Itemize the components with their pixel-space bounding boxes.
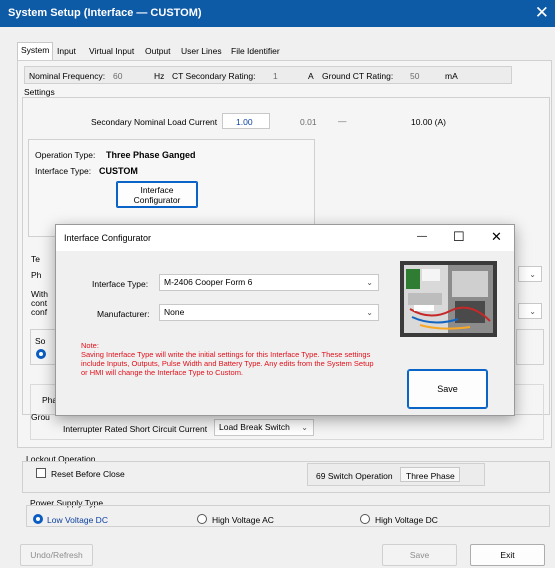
partial-combo-1[interactable]: ⌄ — [518, 266, 542, 282]
tab-input[interactable]: Input — [54, 44, 79, 60]
ct-secondary-unit: A — [308, 71, 314, 81]
tab-system[interactable]: System — [17, 42, 54, 61]
exit-button[interactable]: Exit — [470, 544, 545, 566]
ct-secondary-label: CT Secondary Rating: — [172, 71, 256, 81]
window-close-icon[interactable]: ✕ — [535, 3, 549, 23]
nominal-frequency-unit: Hz — [154, 71, 165, 81]
secondary-load-value: 1.00 — [236, 117, 253, 127]
dialog-manufacturer-select[interactable]: None ⌄ — [159, 304, 379, 321]
device-photo — [400, 261, 497, 337]
ct-secondary-value: 1 — [273, 71, 278, 81]
partial-grou-label: Grou — [31, 412, 50, 422]
operation-type-value: Three Phase Ganged — [106, 150, 196, 160]
switch69-panel: 69 Switch Operation Three Phase — [307, 463, 485, 486]
interface-info-panel: Operation Type: Three Phase Ganged Inter… — [28, 139, 315, 237]
partial-radio[interactable] — [36, 349, 46, 359]
device-photo-image — [400, 261, 497, 337]
secondary-load-input[interactable]: 1.00 — [222, 113, 270, 129]
tab-output[interactable]: Output — [142, 44, 174, 60]
reset-before-close-checkbox[interactable] — [36, 468, 46, 478]
interface-configurator-dialog: Interface Configurator — ☐ ✕ Interface T… — [55, 224, 515, 416]
high-voltage-dc-label: High Voltage DC — [375, 515, 438, 525]
settings-group-label: Settings — [24, 87, 55, 97]
dialog-interface-type-label: Interface Type: — [92, 279, 149, 289]
tab-user-lines[interactable]: User Lines — [178, 44, 225, 60]
dialog-interface-type-select[interactable]: M-2406 Cooper Form 6 ⌄ — [159, 274, 379, 291]
ground-ct-label: Ground CT Rating: — [322, 71, 394, 81]
interrupter-label: Interrupter Rated Short Circuit Current — [63, 424, 208, 434]
ground-ct-unit: mA — [445, 71, 458, 81]
switch69-value: Three Phase — [406, 471, 455, 481]
interface-type-label: Interface Type: — [35, 166, 92, 176]
high-voltage-ac-radio[interactable] — [197, 514, 207, 524]
interface-configurator-button-line1: Interface — [140, 185, 174, 195]
chevron-down-icon: ⌄ — [366, 278, 373, 287]
window-titlebar: System Setup (Interface — CUSTOM) ✕ — [0, 0, 555, 27]
interface-configurator-button[interactable]: Interface Configurator — [116, 181, 198, 208]
tab-file-identifier[interactable]: File Identifier — [228, 44, 283, 60]
undo-refresh-button[interactable]: Undo/Refresh — [20, 544, 93, 566]
nominal-frequency-value: 60 — [113, 71, 123, 81]
switch69-label: 69 Switch Operation — [316, 471, 393, 481]
chevron-down-icon: ⌄ — [529, 307, 536, 316]
partial-right-group — [516, 329, 544, 365]
dialog-save-button[interactable]: Save — [407, 369, 488, 409]
dialog-manufacturer-label: Manufacturer: — [97, 309, 150, 319]
secondary-load-label: Secondary Nominal Load Current — [91, 117, 218, 127]
interrupter-select[interactable]: Load Break Switch ⌄ — [214, 419, 314, 436]
chevron-down-icon: ⌄ — [529, 270, 536, 279]
nominal-frequency-label: Nominal Frequency: — [29, 71, 106, 81]
main-save-button[interactable]: Save — [382, 544, 457, 566]
interface-configurator-button-line2: Configurator — [133, 195, 181, 205]
partial-combo-2[interactable]: ⌄ — [518, 303, 542, 319]
dialog-close-icon[interactable]: ✕ — [491, 229, 502, 245]
dialog-note-body: Saving Interface Type will write the ini… — [81, 350, 374, 377]
dialog-minimize-icon[interactable]: — — [417, 231, 427, 242]
ratings-panel: Nominal Frequency: 60 Hz CT Secondary Ra… — [24, 66, 512, 84]
high-voltage-dc-radio[interactable] — [360, 514, 370, 524]
reset-before-close-label: Reset Before Close — [51, 469, 125, 479]
low-voltage-dc-radio[interactable] — [33, 514, 43, 524]
window-title: System Setup (Interface — CUSTOM) — [8, 7, 202, 19]
partial-so-label: So — [35, 336, 46, 346]
interrupter-select-value: Load Break Switch — [219, 422, 290, 432]
tab-virtual-input[interactable]: Virtual Input — [86, 44, 137, 60]
operation-type-label: Operation Type: — [35, 150, 96, 160]
dialog-note-title: Note: — [81, 341, 99, 350]
secondary-load-dash: — — [338, 116, 347, 126]
partial-conf-label: conf — [31, 307, 48, 317]
secondary-load-max: 10.00 (A) — [411, 117, 446, 127]
high-voltage-ac-label: High Voltage AC — [212, 515, 274, 525]
low-voltage-dc-label: Low Voltage DC — [47, 515, 108, 525]
chevron-down-icon: ⌄ — [301, 423, 308, 432]
ground-ct-value: 50 — [410, 71, 420, 81]
dialog-maximize-icon[interactable]: ☐ — [453, 229, 465, 245]
dialog-interface-type-value: M-2406 Cooper Form 6 — [164, 277, 253, 287]
partial-ph-label: Ph — [31, 270, 42, 280]
partial-te-label: Te — [31, 254, 40, 264]
dialog-titlebar: Interface Configurator — ☐ ✕ — [56, 225, 514, 251]
interface-type-value: CUSTOM — [99, 166, 138, 176]
dialog-title: Interface Configurator — [64, 233, 152, 243]
chevron-down-icon: ⌄ — [366, 308, 373, 317]
dialog-manufacturer-value: None — [164, 307, 185, 317]
switch69-field: Three Phase — [400, 467, 460, 482]
dialog-note: Note: Saving Interface Type will write t… — [81, 341, 381, 377]
secondary-load-min: 0.01 — [300, 117, 317, 127]
